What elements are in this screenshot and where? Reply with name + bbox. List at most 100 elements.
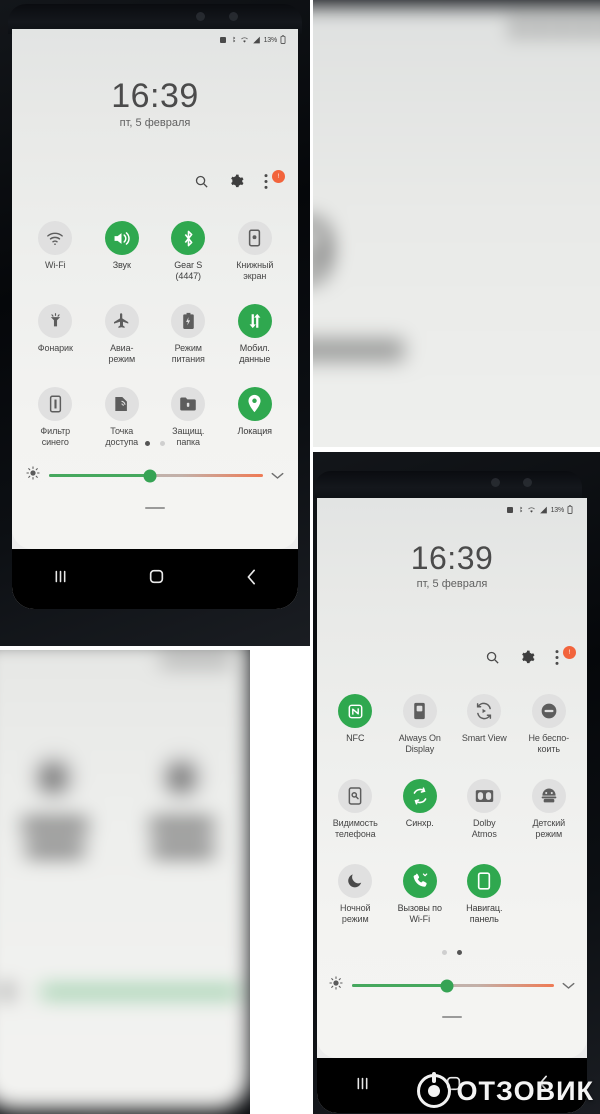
notification-badge: !	[272, 170, 285, 183]
home-icon[interactable]	[149, 569, 164, 589]
kids-mode-icon	[531, 778, 566, 813]
battery-saver-icon	[171, 303, 206, 338]
more-vertical-icon[interactable]: !	[555, 646, 576, 666]
tile-label: Wi-Fi	[45, 260, 66, 270]
wifi-icon	[527, 501, 536, 519]
night-mode-icon	[338, 863, 373, 898]
brightness-slider[interactable]	[49, 469, 263, 482]
page-indicator	[317, 950, 587, 955]
tile-label: Ночной режим	[340, 902, 371, 924]
tile-blue-light-filter[interactable]: Фильтр синего	[22, 386, 89, 448]
tile-power-saving[interactable]: Режим питания	[155, 303, 222, 365]
tile-sync[interactable]: Синхр.	[388, 778, 453, 840]
clock-date: пт, 5 февраля	[119, 116, 191, 129]
tile-label: Синхр.	[405, 817, 434, 828]
tile-label: Мобил. данные	[239, 342, 271, 364]
bluetooth-icon	[171, 221, 206, 255]
tile-wifi[interactable]: Wi-Fi	[22, 221, 89, 282]
tile-kids-mode[interactable]: Детский режим	[517, 778, 582, 840]
tile-do-not-disturb[interactable]: Не беспо- коить	[517, 694, 582, 755]
airplane-icon	[104, 303, 139, 338]
always-on-icon	[402, 694, 437, 728]
tile-smart-view[interactable]: Smart View	[452, 694, 517, 755]
chevron-down-icon[interactable]	[562, 977, 575, 995]
brightness-control	[329, 976, 575, 995]
search-icon[interactable]	[194, 174, 210, 190]
nav-bar-icon	[467, 863, 502, 898]
brightness-slider[interactable]	[352, 979, 554, 992]
clock-time: 16:39	[410, 540, 494, 576]
front-camera-sensor	[491, 478, 501, 487]
panel-blurred-zoom-top-right: 39	[313, 0, 600, 447]
shade-drag-handle[interactable]	[442, 1016, 462, 1018]
page-dot-2[interactable]	[457, 950, 462, 955]
panel-quick-settings-page2: 13% 16:39 пт, 5 февраля ! NFC Always On …	[313, 452, 600, 1114]
tile-always-on-display[interactable]: Always On Display	[388, 694, 453, 755]
page-dot-1[interactable]	[442, 950, 447, 955]
tile-label: Книжный экран	[236, 260, 274, 281]
tile-flashlight[interactable]: Фонарик	[22, 303, 89, 365]
tile-dolby-atmos[interactable]: Dolby Atmos	[452, 778, 517, 840]
brightness-knob[interactable]	[440, 979, 454, 992]
brightness-knob[interactable]	[143, 469, 157, 482]
quick-settings-tile-grid: NFC Always On Display Smart View Не бесп…	[323, 694, 581, 925]
tile-sound[interactable]: Звук	[89, 221, 156, 282]
collage-gutter-vertical-bottom	[250, 650, 313, 1114]
tile-location[interactable]: Локация	[222, 386, 289, 448]
blur-container	[0, 650, 250, 1114]
bluetooth-icon	[517, 501, 524, 519]
blur-container: 39	[313, 0, 600, 447]
tile-label: Авиа- режим	[108, 342, 136, 364]
rotate-lock-icon	[237, 221, 272, 255]
collage-gutter-vertical	[310, 0, 313, 650]
shade-drag-handle[interactable]	[145, 507, 165, 509]
gear-icon[interactable]	[229, 174, 245, 190]
tile-airplane-mode[interactable]: Авиа- режим	[89, 303, 156, 365]
screenshot-collage: 13% 16:39 пт, 5 февраля ! Wi-Fi Звук Gea…	[0, 0, 600, 1114]
tile-nfc[interactable]: NFC	[323, 694, 388, 755]
panel-quick-settings-page1: 13% 16:39 пт, 5 февраля ! Wi-Fi Звук Gea…	[0, 0, 310, 646]
volume-icon	[104, 221, 139, 255]
tile-wifi-calling[interactable]: Вызовы по Wi-Fi	[388, 863, 453, 925]
tile-label: Не беспо- коить	[528, 733, 570, 754]
wifi-icon	[240, 31, 249, 49]
tile-mobile-data[interactable]: Мобил. данные	[222, 303, 289, 365]
navigation-bar	[12, 549, 298, 609]
chevron-down-icon[interactable]	[271, 467, 284, 485]
secure-folder-icon	[171, 386, 206, 421]
status-bar: 13%	[506, 504, 573, 516]
recents-icon[interactable]	[355, 1077, 370, 1095]
recents-icon[interactable]	[53, 570, 68, 588]
notification-badge: !	[563, 646, 576, 659]
brightness-icon	[329, 976, 343, 995]
battery-icon	[567, 501, 573, 519]
tile-label: Smart View	[461, 733, 507, 743]
page-dot-2[interactable]	[160, 441, 165, 446]
wifi-icon	[38, 221, 73, 255]
quick-settings-actions: !	[485, 646, 576, 666]
tile-label: Dolby Atmos	[471, 817, 497, 839]
tile-rotation-lock[interactable]: Книжный экран	[222, 221, 289, 282]
battery-percent-label: 13%	[263, 36, 278, 44]
tile-night-mode[interactable]: Ночной режим	[323, 863, 388, 925]
back-icon[interactable]	[246, 568, 257, 590]
gear-icon[interactable]	[520, 650, 536, 666]
tile-navigation-bar[interactable]: Навигац. панель	[452, 863, 517, 925]
tile-label: NFC	[346, 733, 365, 743]
tile-secure-folder[interactable]: Защищ. папка	[155, 386, 222, 448]
battery-percent-label: 13%	[550, 506, 565, 514]
clock-block: 16:39 пт, 5 февраля	[12, 78, 298, 129]
proximity-sensor	[523, 478, 533, 487]
collage-gutter-horizontal-right	[313, 447, 600, 452]
tile-phone-visibility[interactable]: Видимость телефона	[323, 778, 388, 840]
tile-label: Вызовы по Wi-Fi	[397, 902, 442, 924]
tile-label: Gear S (4447)	[174, 260, 203, 281]
more-vertical-icon[interactable]: !	[264, 170, 285, 190]
brightness-control	[26, 466, 284, 485]
tile-gear-s[interactable]: Gear S (4447)	[155, 221, 222, 282]
battery-icon	[280, 31, 286, 49]
tile-hotspot[interactable]: Точка доступа	[89, 386, 156, 448]
signal-icon	[539, 501, 548, 519]
search-icon[interactable]	[485, 650, 501, 666]
page-dot-1[interactable]	[145, 441, 150, 446]
